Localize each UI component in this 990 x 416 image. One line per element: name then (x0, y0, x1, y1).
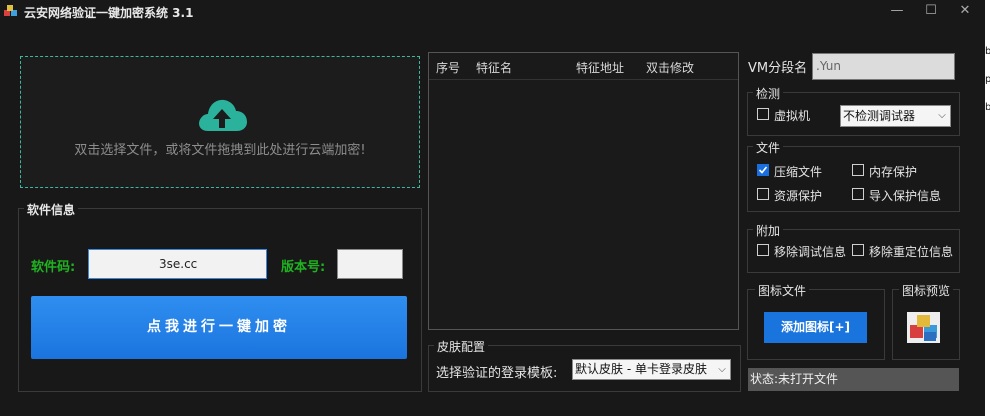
column-header-index[interactable]: 序号 (436, 59, 460, 76)
vm-section-input[interactable]: .Yun (812, 53, 955, 80)
skin-template-select[interactable]: 默认皮肤 - 单卡登录皮肤 ⌵ (572, 359, 731, 380)
list-header-divider (429, 79, 738, 80)
app-icon (4, 5, 17, 16)
chevron-down-icon: ⌵ (718, 364, 726, 375)
add-icon-button[interactable]: 添加图标[+] (764, 312, 867, 343)
software-code-label: 软件码: (31, 260, 76, 275)
edge-char-1: b (985, 46, 990, 57)
column-header-name[interactable]: 特征名 (476, 59, 512, 76)
status-bar: 状态:未打开文件 (748, 368, 959, 391)
vm-section-label: VM分段名 (748, 61, 808, 76)
compress-file-checkbox[interactable] (757, 164, 769, 176)
feature-list[interactable]: 序号 特征名 特征地址 双击修改 (428, 52, 739, 330)
resource-protect-checkbox[interactable] (757, 188, 769, 200)
remove-debug-checkbox[interactable] (757, 244, 769, 256)
preview-app-icon (907, 312, 940, 343)
encrypt-button[interactable]: 点我进行一键加密 (31, 296, 407, 359)
drop-zone-hint: 双击选择文件，或将文件拖拽到此处进行云端加密! (74, 143, 366, 158)
import-protect-checkbox[interactable] (852, 188, 864, 200)
edge-char-2: p (985, 74, 990, 85)
debugger-detect-select[interactable]: 不检测调试器 ⌵ (840, 105, 951, 127)
software-info-title: 软件信息 (24, 201, 79, 218)
column-header-address[interactable]: 特征地址 (576, 59, 624, 76)
maximize-button[interactable]: ☐ (921, 2, 941, 20)
compress-file-label: 压缩文件 (774, 165, 823, 179)
main-window: 云安网络验证一键加密系统 3.1 — ☐ ✕ 双击选择文件，或将文件拖拽到此处进… (0, 0, 985, 416)
background-edge: b p b (985, 0, 990, 416)
version-input[interactable] (337, 249, 403, 279)
column-header-edit[interactable]: 双击修改 (646, 59, 694, 76)
memory-protect-label: 内存保护 (869, 165, 918, 179)
memory-protect-checkbox[interactable] (852, 164, 864, 176)
skin-template-label: 选择验证的登录模板: (436, 366, 558, 381)
check-icon (758, 166, 768, 174)
software-code-input[interactable]: 3se.cc (88, 249, 267, 279)
extra-options-title: 附加 (753, 222, 784, 239)
detect-title: 检测 (753, 85, 784, 102)
close-button[interactable]: ✕ (955, 2, 975, 20)
import-protect-label: 导入保护信息 (869, 189, 942, 203)
skin-template-value: 默认皮肤 - 单卡登录皮肤 (575, 362, 707, 376)
cloud-upload-icon (199, 99, 247, 131)
icon-file-title: 图标文件 (755, 282, 810, 299)
edge-char-3: b (985, 102, 990, 113)
file-options-title: 文件 (753, 139, 784, 156)
icon-preview-title: 图标预览 (899, 282, 954, 299)
remove-debug-label: 移除调试信息 (774, 245, 847, 259)
remove-reloc-label: 移除重定位信息 (869, 245, 954, 259)
resource-protect-label: 资源保护 (774, 189, 823, 203)
window-title: 云安网络验证一键加密系统 3.1 (24, 6, 194, 20)
version-label: 版本号: (281, 260, 326, 275)
file-drop-zone[interactable]: 双击选择文件，或将文件拖拽到此处进行云端加密! (20, 56, 420, 188)
virtual-machine-label: 虚拟机 (774, 109, 811, 123)
debugger-detect-value: 不检测调试器 (843, 109, 916, 123)
virtual-machine-checkbox[interactable] (757, 108, 769, 120)
chevron-down-icon: ⌵ (938, 110, 946, 121)
title-bar: 云安网络验证一键加密系统 3.1 — ☐ ✕ (0, 0, 985, 24)
minimize-button[interactable]: — (887, 2, 907, 20)
skin-title: 皮肤配置 (434, 338, 489, 355)
remove-reloc-checkbox[interactable] (852, 244, 864, 256)
